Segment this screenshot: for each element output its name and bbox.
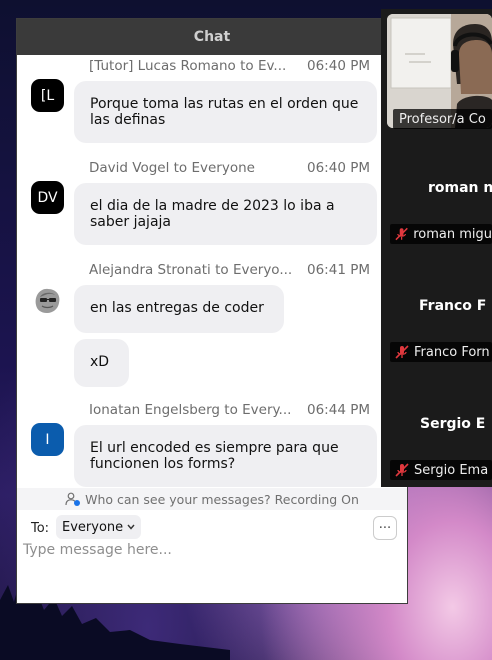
chat-titlebar[interactable]: Chat – (17, 19, 407, 55)
message-sender: Ionatan Engelsberg to Every... (89, 402, 292, 418)
participant-tile[interactable]: Franco F Franco Forn (381, 251, 492, 369)
message-text: xD (90, 354, 110, 370)
chevron-down-icon (127, 524, 135, 530)
avatar[interactable]: DV (31, 181, 64, 214)
message-list[interactable]: [Tutor] Lucas Romano to Ev... 06:40 PM [… (17, 55, 407, 487)
message-sender: Alejandra Stronati to Everyo... (89, 262, 293, 278)
participant-display-name: roman n (428, 180, 492, 196)
message-sender: David Vogel to Everyone (89, 160, 255, 176)
message-header: [Tutor] Lucas Romano to Ev... 06:40 PM (89, 58, 369, 76)
chat-title: Chat (193, 29, 231, 45)
participant-tile-video[interactable]: Profesor/a Co (381, 14, 492, 129)
message-input[interactable] (21, 542, 397, 598)
chat-window: Chat – [Tutor] Lucas Romano to Ev... 06:… (16, 18, 408, 604)
person-lock-icon (65, 492, 81, 506)
message-bubble[interactable]: El url encoded es siempre para que funci… (74, 425, 377, 487)
participant-display-name: Franco F (419, 298, 487, 314)
message-header: David Vogel to Everyone 06:40 PM (89, 160, 369, 178)
video-panel: Profesor/a Co roman n roman migu Franco … (381, 9, 492, 487)
message-time: 06:40 PM (307, 160, 369, 176)
message-time: 06:41 PM (307, 262, 369, 278)
participant-name-tag: roman migu (390, 224, 492, 244)
privacy-notice-text: Who can see your messages? Recording On (85, 491, 359, 507)
participant-name: Franco Forn (414, 344, 490, 360)
message-header: Ionatan Engelsberg to Every... 06:44 PM (89, 402, 369, 420)
participant-name-tag: Sergio Ema (390, 460, 492, 480)
message-sender: [Tutor] Lucas Romano to Ev... (89, 58, 287, 74)
message-bubble[interactable]: el dia de la madre de 2023 lo iba a sabe… (74, 183, 377, 245)
microphone-muted-icon (395, 227, 408, 241)
message-text: el dia de la madre de 2023 lo iba a sabe… (90, 198, 335, 230)
message-bubble[interactable]: Porque toma las rutas en el orden que la… (74, 81, 377, 143)
more-options-button[interactable]: ··· (373, 516, 397, 540)
microphone-muted-icon (395, 463, 409, 477)
participant-name-tag: Franco Forn (390, 342, 492, 362)
privacy-notice[interactable]: Who can see your messages? Recording On (17, 488, 407, 510)
message-text: en las entregas de coder (90, 300, 264, 316)
message-time: 06:44 PM (307, 402, 369, 418)
microphone-muted-icon (395, 345, 409, 359)
participant-tile[interactable]: Sergio E Sergio Ema (381, 369, 492, 487)
participant-name: roman migu (413, 226, 492, 242)
to-label: To: (31, 521, 50, 536)
message-time: 06:40 PM (307, 58, 369, 74)
participant-name: Sergio Ema (414, 462, 489, 478)
message-text: Porque toma las rutas en el orden que la… (90, 96, 359, 128)
avatar[interactable]: [L (31, 79, 64, 112)
message-header: Alejandra Stronati to Everyo... 06:41 PM (89, 262, 369, 280)
participant-name-tag: Profesor/a Co (393, 109, 492, 129)
participant-tile[interactable]: roman n roman migu (381, 133, 492, 251)
participant-display-name: Sergio E (420, 416, 486, 432)
recipient-dropdown[interactable]: Everyone (56, 515, 142, 539)
recipient-value: Everyone (62, 519, 124, 535)
avatar[interactable] (31, 283, 64, 316)
message-text: El url encoded es siempre para que funci… (90, 440, 339, 472)
participant-name: Profesor/a Co (399, 111, 486, 127)
avatar[interactable]: I (31, 423, 64, 456)
compose-area: To: Everyone ··· (17, 510, 407, 603)
message-bubble[interactable]: xD (74, 339, 129, 387)
message-bubble[interactable]: en las entregas de coder (74, 285, 284, 333)
avatar-photo-icon (35, 288, 60, 313)
